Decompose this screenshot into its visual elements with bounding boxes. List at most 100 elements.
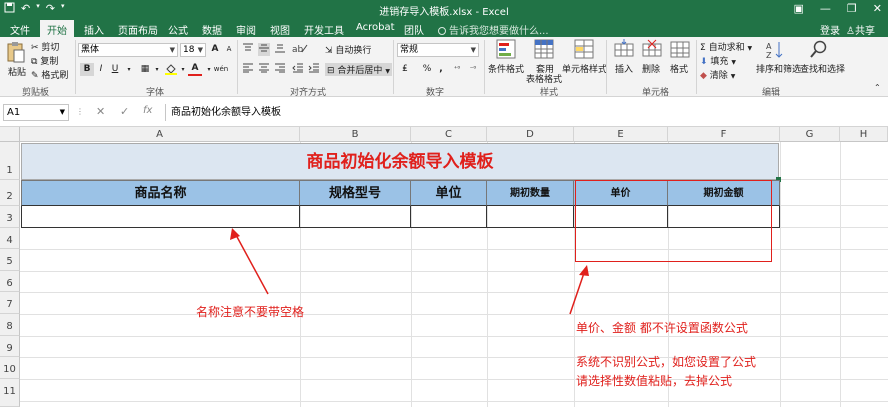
format-as-table-icon[interactable] <box>534 39 554 62</box>
collapse-ribbon-icon[interactable]: ⌃ <box>874 83 881 92</box>
tab-home[interactable]: 开始 <box>40 20 74 37</box>
tab-developer[interactable]: 开发工具 <box>304 22 344 37</box>
delete-button[interactable]: 删除 <box>642 62 660 75</box>
font-size-select[interactable]: 18 ▼ <box>180 43 206 57</box>
align-top-icon[interactable] <box>242 43 254 56</box>
restore-icon[interactable]: ❐ <box>847 2 857 15</box>
tab-team[interactable]: 团队 <box>404 22 424 37</box>
cut-label: 剪切 <box>41 43 60 53</box>
underline-dropdown-icon[interactable]: ▾ <box>122 63 136 76</box>
cancel-icon[interactable]: ✕ <box>96 105 105 118</box>
scissors-icon: ✂ <box>31 43 39 53</box>
increase-indent-icon[interactable] <box>308 63 320 76</box>
name-box[interactable]: A1 ▼ <box>3 104 69 121</box>
sigma-icon: Σ <box>700 43 706 53</box>
phonetic-icon[interactable]: wén <box>212 63 230 76</box>
enter-icon[interactable]: ✓ <box>120 105 129 118</box>
tab-view[interactable]: 视图 <box>270 22 290 37</box>
window-buttons: ▣ — ❐ ✕ <box>794 2 883 15</box>
sign-in-link[interactable]: 登录 <box>820 22 840 37</box>
format-button[interactable]: 格式 <box>670 62 688 75</box>
insert-function-icon[interactable]: fx <box>143 105 152 116</box>
tab-file[interactable]: 文件 <box>10 22 30 37</box>
fill-button[interactable]: ⬇ 填充 ▼ <box>700 54 736 67</box>
tab-insert[interactable]: 插入 <box>84 22 104 37</box>
insert-button[interactable]: 插入 <box>615 62 633 75</box>
wrap-text-button[interactable]: ⇲ 自动换行 <box>325 43 371 56</box>
align-middle-icon[interactable] <box>258 43 270 56</box>
share-button[interactable]: ♙共享 <box>846 22 875 37</box>
name-box-value: A1 <box>7 107 21 118</box>
copy-button[interactable]: ⧉ 复制 <box>31 54 58 67</box>
shrink-font-icon[interactable]: A <box>222 43 236 56</box>
font-name-value: 黑体 <box>81 45 100 55</box>
clear-button[interactable]: ◆ 清除 ▼ <box>700 68 735 81</box>
formula-bar-resize-handle[interactable]: ⋮ <box>76 107 84 116</box>
tab-review[interactable]: 审阅 <box>236 22 256 37</box>
separator <box>75 40 76 94</box>
font-color-icon[interactable]: A <box>188 62 202 76</box>
cell-styles-button[interactable]: 单元格样式 <box>562 62 607 75</box>
tab-acrobat[interactable]: Acrobat <box>356 22 395 33</box>
annotation-price-note: 单价、金额 都不许设置函数公式 <box>576 321 748 335</box>
arrow-to-price-column <box>569 272 585 315</box>
eraser-icon: ◆ <box>700 71 707 81</box>
svg-text:Z: Z <box>766 51 772 60</box>
cell-styles-icon[interactable] <box>574 39 594 62</box>
sort-filter-icon[interactable]: AZ <box>766 40 784 63</box>
percent-button[interactable]: % <box>420 63 434 76</box>
chevron-down-icon: ▼ <box>731 59 736 66</box>
orientation-icon[interactable]: ab <box>292 42 308 57</box>
sort-filter-button[interactable]: 排序和筛选 <box>756 62 801 75</box>
chevron-down-icon: ▼ <box>169 46 175 54</box>
cut-button[interactable]: ✂ 剪切 <box>31 40 59 53</box>
merge-center-label: 合并后居中 <box>337 66 383 76</box>
find-select-button[interactable]: 查找和选择 <box>800 62 845 75</box>
wrap-text-label: 自动换行 <box>335 46 372 56</box>
ribbon-options-icon[interactable]: ▣ <box>794 2 804 15</box>
number-format-value: 常规 <box>400 45 419 55</box>
font-name-select[interactable]: 黑体 ▼ <box>78 43 178 57</box>
annotation-name-note: 名称注意不要带空格 <box>196 305 305 319</box>
decrease-indent-icon[interactable] <box>292 63 304 76</box>
paste-button[interactable]: 粘贴 <box>8 65 26 78</box>
tell-me-search[interactable]: 告诉我您想要做什么... <box>438 22 549 37</box>
tab-formulas[interactable]: 公式 <box>168 22 188 37</box>
fill-label: 填充 <box>710 57 729 67</box>
grow-font-icon[interactable]: A <box>208 43 222 56</box>
clear-label: 清除 <box>709 71 728 81</box>
italic-button[interactable]: I <box>94 63 108 76</box>
paste-icon[interactable] <box>6 41 26 66</box>
delete-cells-icon[interactable] <box>642 39 662 62</box>
align-right-icon[interactable] <box>274 63 286 76</box>
conditional-formatting-icon[interactable] <box>496 39 516 62</box>
decrease-decimal-icon[interactable]: ⁻⁰ <box>466 63 480 76</box>
lightbulb-icon <box>438 27 446 35</box>
tab-data[interactable]: 数据 <box>202 22 222 37</box>
merge-center-button[interactable]: ⊟ 合并后居中 ▼ <box>325 63 392 76</box>
align-bottom-icon[interactable] <box>274 43 286 56</box>
comma-button[interactable]: , <box>434 63 448 76</box>
ribbon-home: 粘贴 ✂ 剪切 ⧉ 复制 ✎ 格式刷 剪贴板 黑体 ▼ 18 ▼ A A B I U… <box>0 37 888 98</box>
tab-page-layout[interactable]: 页面布局 <box>118 22 158 37</box>
conditional-formatting-button[interactable]: 条件格式 <box>488 62 524 75</box>
borders-dropdown-icon[interactable]: ▾ <box>150 63 164 76</box>
insert-cells-icon[interactable] <box>614 39 634 62</box>
underline-button[interactable]: U <box>108 63 122 76</box>
number-format-select[interactable]: 常规 ▼ <box>397 43 479 57</box>
annotation-formula-note-2: 请选择性数值粘贴，去掉公式 <box>576 374 733 388</box>
align-left-icon[interactable] <box>242 63 254 76</box>
minimize-icon[interactable]: — <box>820 2 831 15</box>
format-painter-button[interactable]: ✎ 格式刷 <box>31 68 68 81</box>
close-icon[interactable]: ✕ <box>873 2 882 15</box>
increase-decimal-icon[interactable]: ⁺⁰ <box>450 63 464 76</box>
currency-icon[interactable]: ₤ <box>398 63 412 76</box>
formula-input[interactable]: 商品初始化余额导入模板 <box>165 104 885 121</box>
arrow-to-name-column <box>235 234 269 295</box>
align-center-icon[interactable] <box>258 63 270 76</box>
find-select-icon[interactable] <box>810 40 828 63</box>
format-cells-icon[interactable] <box>670 39 690 62</box>
arrowhead <box>579 265 589 276</box>
bold-button[interactable]: B <box>80 63 94 76</box>
autosum-button[interactable]: Σ 自动求和 ▼ <box>700 40 752 53</box>
